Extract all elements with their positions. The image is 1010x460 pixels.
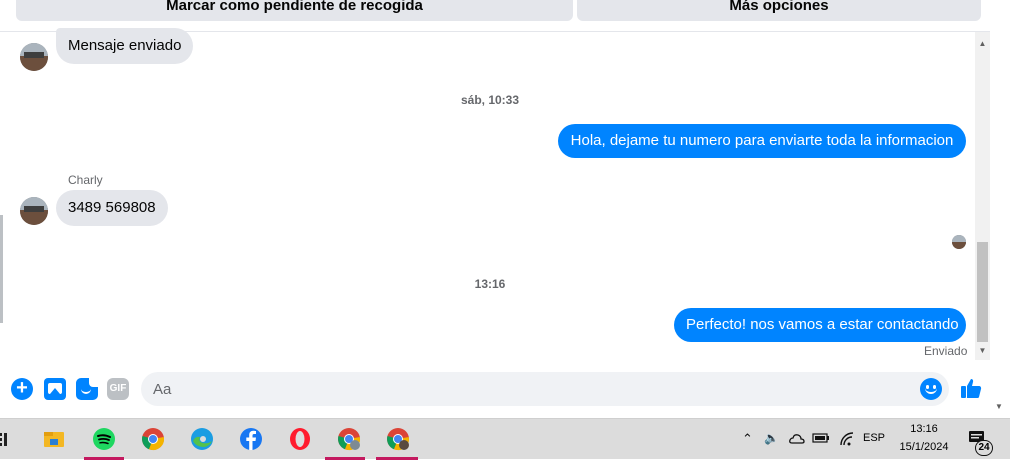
gif-icon[interactable]: GIF xyxy=(107,378,129,400)
input-language[interactable]: ESP xyxy=(863,432,885,444)
facebook-icon[interactable] xyxy=(239,427,263,451)
chrome-profile-icon[interactable] xyxy=(386,427,410,451)
incoming-message-bubble[interactable]: 3489 569808 xyxy=(56,190,168,226)
thumbs-up-like-icon[interactable] xyxy=(959,376,983,400)
outgoing-message-bubble[interactable]: Hola, dejame tu numero para enviarte tod… xyxy=(558,124,966,158)
onedrive-sync-icon[interactable] xyxy=(789,432,805,446)
scroll-up-arrow-icon[interactable]: ▲ xyxy=(975,36,990,51)
chrome-icon[interactable] xyxy=(141,427,165,451)
contact-avatar[interactable] xyxy=(20,197,48,225)
file-explorer-icon[interactable] xyxy=(42,427,66,451)
mark-pending-pickup-button[interactable]: Marcar como pendiente de recogida xyxy=(16,0,573,21)
clock-time[interactable]: 13:16 xyxy=(896,423,952,435)
outgoing-message-bubble[interactable]: Perfecto! nos vamos a estar contactando xyxy=(674,308,966,342)
messenger-window: Marcar como pendiente de recogida Más op… xyxy=(0,0,1010,418)
wifi-icon[interactable] xyxy=(839,432,855,446)
timestamp-divider: sáb, 10:33 xyxy=(460,93,520,107)
page-scroll-down-arrow-icon[interactable]: ▼ xyxy=(995,402,1003,411)
battery-icon[interactable] xyxy=(812,432,830,444)
spotify-icon[interactable] xyxy=(92,427,116,451)
timestamp-divider: 13:16 xyxy=(474,277,506,291)
scroll-thumb[interactable] xyxy=(977,242,988,342)
message-status: Enviado xyxy=(924,344,968,358)
message-thread: Mensaje enviado sáb, 10:33 Hola, dejame … xyxy=(0,28,990,360)
thread-scrollbar[interactable]: ▲ ▼ xyxy=(975,32,990,360)
opera-icon[interactable] xyxy=(288,427,312,451)
left-edge-scroll-indicator xyxy=(0,215,3,323)
notification-count-badge: 24 xyxy=(975,440,993,456)
windows-taskbar: ⌃ 🔈 ESP 13:16 15/1/2024 24 xyxy=(0,418,1010,460)
chrome-profile-icon[interactable] xyxy=(337,427,361,451)
message-composer: + GIF xyxy=(0,360,990,418)
scroll-down-arrow-icon[interactable]: ▼ xyxy=(975,343,990,358)
message-input[interactable] xyxy=(141,372,949,406)
edge-icon[interactable] xyxy=(190,427,214,451)
contact-avatar[interactable] xyxy=(20,43,48,71)
emoji-icon[interactable] xyxy=(920,378,942,400)
volume-icon[interactable]: 🔈 xyxy=(764,431,779,445)
show-hidden-icons-chevron-icon[interactable]: ⌃ xyxy=(742,431,753,447)
add-more-icon[interactable]: + xyxy=(11,378,33,400)
seen-receipt-avatar xyxy=(952,235,966,249)
clock-date[interactable]: 15/1/2024 xyxy=(896,441,952,453)
more-options-button[interactable]: Más opciones xyxy=(577,0,981,21)
attach-photo-icon[interactable] xyxy=(44,378,66,400)
incoming-message-bubble[interactable]: Mensaje enviado xyxy=(56,28,194,64)
sender-name: Charly xyxy=(68,173,103,187)
sticker-icon[interactable] xyxy=(76,378,98,400)
task-view-icon[interactable] xyxy=(0,427,12,451)
